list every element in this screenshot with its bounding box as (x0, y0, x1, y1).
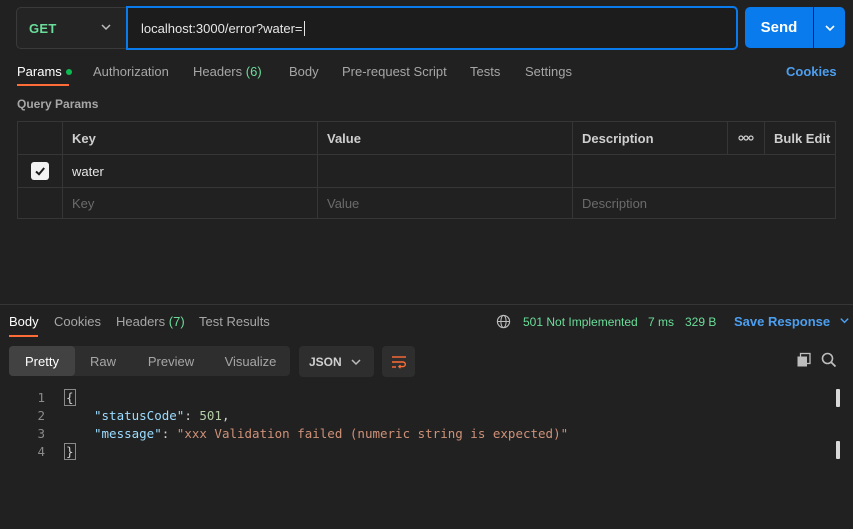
status-code[interactable]: 501 Not Implemented (523, 315, 638, 329)
json-value: 501 (199, 408, 222, 423)
more-horizontal-icon (738, 135, 754, 141)
wrap-lines-icon (391, 355, 406, 369)
empty-checkbox-cell (18, 188, 63, 219)
param-value-cell[interactable] (318, 155, 573, 188)
code-line: "statusCode": 501, (94, 408, 229, 423)
json-separator: : (161, 426, 177, 441)
code-line: } (64, 443, 76, 460)
tab-params[interactable]: Params (17, 64, 72, 79)
params-table: Key Value Description Bulk Edit water Ke… (17, 121, 836, 219)
json-key: "message" (94, 426, 162, 441)
new-value-input[interactable]: Value (318, 188, 573, 219)
response-headers-count: (7) (168, 314, 185, 329)
param-checkbox[interactable] (31, 162, 49, 180)
header-checkbox-cell (18, 122, 63, 155)
view-mode-pretty[interactable]: Pretty (9, 346, 75, 376)
response-tab-body[interactable]: Body (9, 314, 39, 329)
new-description-input[interactable]: Description (573, 188, 835, 219)
method-select[interactable]: GET (16, 7, 126, 49)
tab-headers[interactable]: Headers (6) (193, 64, 262, 79)
close-brace: } (64, 443, 76, 460)
active-indicator-dot (65, 68, 72, 75)
headers-count: (6) (245, 64, 262, 79)
tab-pre-request-script[interactable]: Pre-request Script (342, 64, 447, 79)
param-description-cell[interactable] (573, 155, 835, 188)
chevron-down-icon (351, 359, 361, 366)
active-tab-underline (9, 335, 38, 337)
more-options-button[interactable] (728, 122, 765, 155)
save-response-label: Save Response (734, 314, 831, 329)
chevron-down-icon (101, 24, 111, 31)
tab-headers-label: Headers (193, 64, 243, 79)
json-key: "statusCode" (94, 408, 185, 423)
save-response-button[interactable]: Save Response (734, 314, 850, 329)
checkmark-icon (35, 167, 45, 176)
response-tab-test-results[interactable]: Test Results (199, 314, 270, 329)
response-size[interactable]: 329 B (685, 315, 716, 329)
line-number: 1 (37, 390, 45, 405)
wrap-lines-button[interactable] (382, 346, 415, 377)
column-header-key: Key (63, 122, 318, 155)
column-header-description: Description (573, 122, 728, 155)
scrollbar-marker-bottom[interactable] (836, 441, 840, 459)
tab-tests[interactable]: Tests (470, 64, 500, 79)
json-separator: : (184, 408, 200, 423)
bulk-edit-button[interactable]: Bulk Edit (765, 122, 835, 155)
response-tab-cookies[interactable]: Cookies (54, 314, 101, 329)
pane-divider[interactable] (0, 304, 853, 305)
line-number: 3 (37, 426, 45, 441)
tab-params-label: Params (17, 64, 62, 79)
send-button[interactable]: Send (745, 7, 813, 48)
text-caret (303, 20, 305, 36)
code-line: { (64, 389, 76, 406)
chevron-down-icon (840, 318, 849, 324)
view-mode-visualize[interactable]: Visualize (211, 346, 290, 376)
param-checkbox-cell (18, 155, 63, 188)
view-mode-raw[interactable]: Raw (75, 346, 131, 376)
globe-icon[interactable] (496, 314, 511, 329)
scrollbar-marker-top[interactable] (836, 389, 840, 407)
json-trailing-comma: , (221, 408, 230, 423)
tab-settings[interactable]: Settings (525, 64, 572, 79)
line-number: 2 (37, 408, 45, 423)
json-value: "xxx Validation failed (numeric string i… (176, 426, 569, 441)
cookies-link[interactable]: Cookies (786, 64, 837, 79)
tab-body[interactable]: Body (289, 64, 319, 79)
column-header-value: Value (318, 122, 573, 155)
format-select[interactable]: JSON (299, 346, 374, 377)
url-text: localhost:3000/error?water= (141, 20, 303, 36)
view-mode-preview[interactable]: Preview (131, 346, 211, 376)
response-time[interactable]: 7 ms (648, 315, 674, 329)
active-tab-underline (17, 84, 69, 86)
line-number: 4 (37, 444, 45, 459)
chevron-down-icon (824, 24, 835, 31)
response-tab-headers-label: Headers (116, 314, 166, 329)
response-tab-headers[interactable]: Headers (7) (116, 314, 185, 329)
query-params-title: Query Params (17, 97, 99, 111)
send-options-button[interactable] (814, 7, 845, 48)
open-brace: { (64, 389, 76, 406)
view-mode-selector: Pretty Raw Preview Visualize (9, 346, 290, 376)
tab-authorization[interactable]: Authorization (93, 64, 169, 79)
param-key-cell[interactable]: water (63, 155, 318, 188)
url-input[interactable]: localhost:3000/error?water= (126, 6, 738, 50)
search-icon[interactable] (821, 352, 837, 368)
copy-icon[interactable] (796, 352, 812, 368)
method-label: GET (29, 20, 57, 36)
format-label: JSON (309, 354, 342, 369)
code-line: "message": "xxx Validation failed (numer… (94, 426, 568, 441)
new-key-input[interactable]: Key (63, 188, 318, 219)
